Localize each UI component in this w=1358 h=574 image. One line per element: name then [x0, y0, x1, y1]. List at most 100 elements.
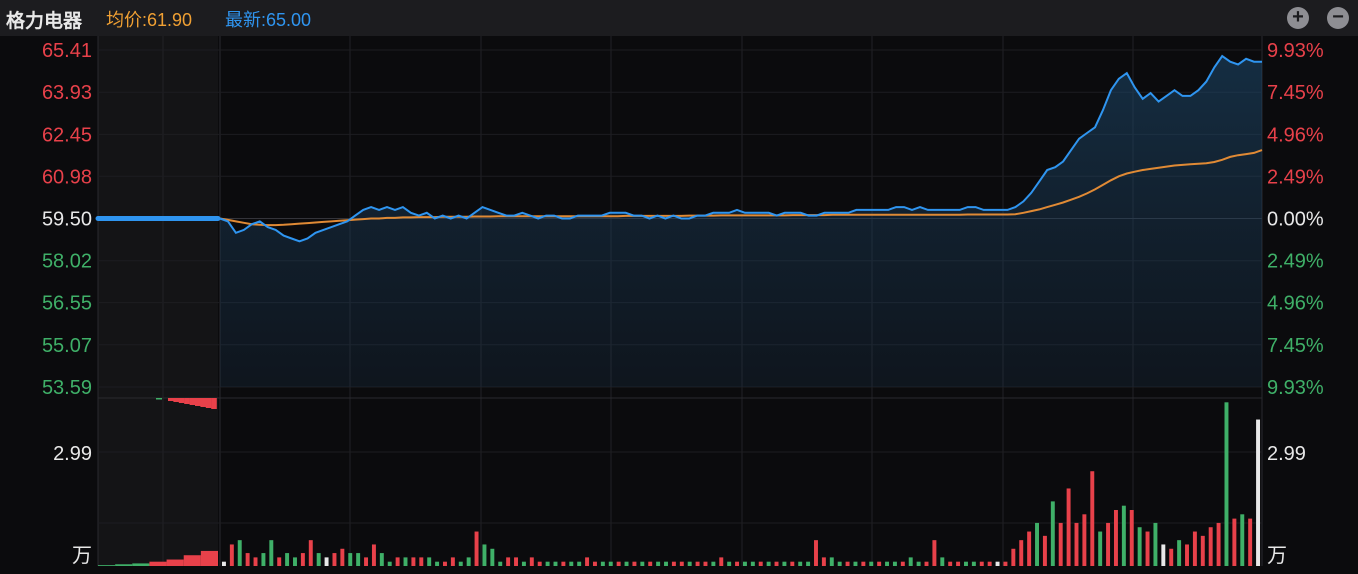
- volume-bar: [395, 557, 400, 566]
- auction-imbalance-bar: [189, 398, 196, 405]
- volume-bar: [553, 561, 558, 566]
- y-tick-left: 59.50: [42, 209, 92, 231]
- volume-bar: [1216, 522, 1221, 566]
- volume-bar: [1208, 527, 1213, 566]
- volume-bar: [687, 561, 692, 566]
- volume-bar: [956, 561, 961, 566]
- volume-bar: [774, 561, 779, 566]
- volume-bar: [450, 557, 455, 566]
- volume-bar: [577, 561, 582, 566]
- y-tick-right: 0.00%: [1267, 209, 1324, 231]
- volume-bar: [671, 561, 676, 566]
- volume-tick-left: 万: [72, 545, 92, 567]
- volume-bar: [229, 544, 234, 566]
- volume-bar: [1192, 531, 1197, 566]
- volume-bar: [592, 561, 597, 566]
- volume-bar: [845, 561, 850, 566]
- volume-bar: [1224, 402, 1229, 566]
- volume-bar: [1074, 522, 1079, 566]
- volume-bar: [900, 561, 905, 566]
- volume-bar: [356, 553, 361, 566]
- y-tick-right: 2.49%: [1267, 166, 1324, 188]
- volume-bar: [293, 557, 297, 566]
- volume-bar: [474, 531, 479, 566]
- volume-bar: [458, 561, 463, 566]
- volume-bar: [1248, 518, 1253, 566]
- y-tick-left: 65.41: [42, 40, 92, 62]
- volume-bar: [1050, 501, 1055, 566]
- volume-bar: [514, 557, 518, 566]
- volume-bar: [1129, 510, 1134, 566]
- volume-bar: [411, 557, 416, 566]
- volume-bar: [742, 561, 747, 566]
- volume-bar: [285, 553, 290, 566]
- volume-bar: [1019, 540, 1024, 566]
- auction-imbalance-bar: [173, 398, 179, 402]
- volume-bar: [427, 557, 432, 566]
- auction-volume-bar: [98, 565, 116, 566]
- volume-bar: [616, 561, 621, 566]
- volume-bar: [1185, 544, 1189, 566]
- auction-imbalance-bar: [156, 398, 162, 400]
- auction-imbalance-bar: [205, 398, 212, 408]
- volume-bar: [979, 561, 984, 566]
- volume-bar: [892, 561, 897, 566]
- volume-bar: [727, 561, 732, 566]
- volume-bar: [561, 561, 566, 566]
- auction-panel: [98, 36, 218, 566]
- volume-bar: [300, 553, 305, 566]
- volume-bar: [482, 544, 487, 566]
- volume-bar: [490, 548, 495, 566]
- volume-bar: [861, 561, 866, 566]
- volume-bar: [1090, 471, 1095, 566]
- volume-bar: [529, 557, 534, 566]
- volume-bar: [253, 557, 258, 566]
- volume-bar: [585, 557, 590, 566]
- volume-bar: [1027, 531, 1032, 566]
- volume-bar: [924, 561, 929, 566]
- volume-bar: [782, 561, 787, 566]
- volume-bar: [837, 561, 842, 566]
- volume-bar: [1161, 544, 1166, 566]
- volume-bar: [916, 561, 921, 566]
- volume-bar: [648, 561, 653, 566]
- volume-bar: [908, 557, 913, 566]
- volume-bar: [506, 557, 511, 566]
- volume-bar: [403, 557, 408, 566]
- volume-bar: [308, 540, 313, 566]
- volume-bar: [1058, 522, 1063, 566]
- volume-bar: [853, 561, 858, 566]
- volume-bar: [750, 561, 755, 566]
- volume-bar: [1145, 531, 1150, 566]
- volume-bar: [624, 561, 629, 566]
- auction-imbalance-bar: [200, 398, 206, 407]
- y-tick-right: 4.96%: [1267, 293, 1324, 315]
- volume-bar: [608, 561, 613, 566]
- volume-bar: [632, 561, 637, 566]
- auction-volume-bar: [132, 563, 150, 566]
- volume-bar: [1082, 514, 1087, 566]
- intraday-chart-window: 格力电器 均价:61.90 最新:65.00 + − 65.41 9.93% 63.…: [0, 0, 1358, 574]
- volume-bar: [371, 544, 376, 566]
- auction-volume-bar: [166, 559, 184, 566]
- volume-bar: [940, 557, 945, 566]
- volume-bar: [656, 561, 661, 566]
- volume-bar: [379, 553, 384, 566]
- volume-bar: [1098, 531, 1103, 566]
- volume-bar: [443, 561, 447, 566]
- volume-bar: [711, 561, 716, 566]
- volume-tick-right: 万: [1267, 545, 1287, 567]
- volume-bar: [1256, 419, 1261, 566]
- volume-tick-left: 2.99: [53, 443, 92, 465]
- volume-bar: [1121, 505, 1126, 566]
- volume-bar: [1169, 548, 1174, 566]
- volume-bar: [664, 561, 668, 566]
- volume-bar: [324, 557, 329, 566]
- y-tick-right: 7.45%: [1267, 335, 1324, 357]
- auction-volume-bar: [200, 550, 218, 566]
- chart-canvas: 65.41 9.93% 63.93 7.45% 62.45 4.96% 60.98 2.49%…: [0, 36, 1358, 574]
- auction-imbalance-bar: [184, 398, 190, 404]
- volume-bar: [640, 561, 645, 566]
- volume-bar: [387, 561, 392, 566]
- volume-bar: [340, 548, 345, 566]
